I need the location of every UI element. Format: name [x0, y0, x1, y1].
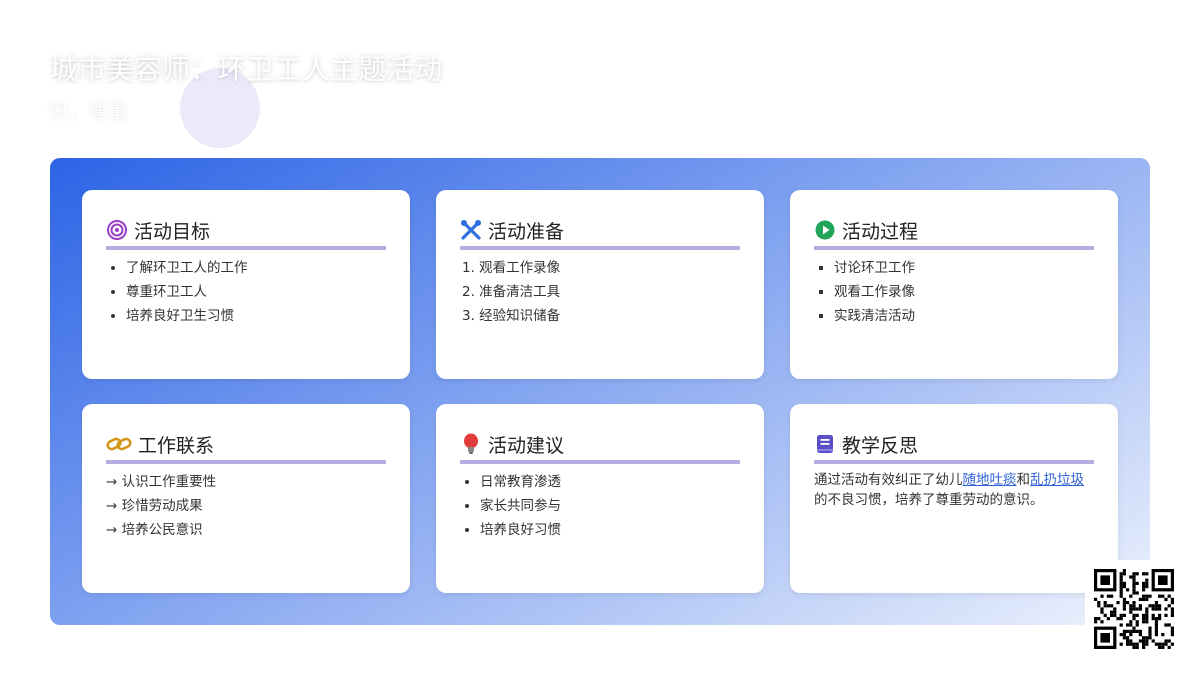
reflection-text-part: 和	[1016, 472, 1031, 488]
list-item: 家长共同参与	[480, 494, 740, 518]
play-icon	[814, 219, 836, 241]
page-subtitle: 识，尊重	[48, 99, 128, 123]
card-header: 工作联系	[106, 428, 386, 464]
card-title: 活动目标	[134, 220, 211, 243]
card-header: 活动过程	[814, 214, 1094, 250]
list-item: 2. 准备清洁工具	[462, 284, 561, 300]
card-title: 教学反思	[842, 434, 919, 457]
list-item: 培养良好习惯	[480, 518, 740, 542]
card-activity-process: 活动过程 讨论环卫工作 观看工作录像 实践清洁活动	[790, 190, 1118, 379]
reflection-text: 通过活动有效纠正了幼儿随地吐痰和乱扔垃圾的不良习惯，培养了尊重劳动的意识。	[814, 470, 1094, 510]
card-title: 活动准备	[488, 220, 565, 243]
card-title: 活动建议	[488, 434, 565, 457]
list-item: 了解环卫工人的工作	[126, 256, 386, 280]
list-item: 3. 经验知识储备	[462, 308, 561, 324]
card-header: 活动目标	[106, 214, 386, 250]
list-item: 1. 观看工作录像	[462, 260, 561, 276]
list-item: 实践清洁活动	[834, 304, 1094, 328]
list-item: 培养良好卫生习惯	[126, 304, 386, 328]
reflection-link-littering[interactable]: 乱扔垃圾	[1030, 472, 1084, 488]
page-title: 城市美容师：环卫工人主题活动	[50, 53, 443, 86]
card-teaching-reflection: 教学反思 通过活动有效纠正了幼儿随地吐痰和乱扔垃圾的不良习惯，培养了尊重劳动的意…	[790, 404, 1118, 593]
lightbulb-icon	[460, 433, 482, 455]
process-list: 讨论环卫工作 观看工作录像 实践清洁活动	[814, 256, 1094, 328]
card-work-links: 工作联系 → 认识工作重要性 → 珍惜劳动成果 → 培养公民意识	[82, 404, 410, 593]
list-item: 尊重环卫工人	[126, 280, 386, 304]
target-icon	[106, 219, 128, 241]
reflection-link-spitting[interactable]: 随地吐痰	[963, 472, 1017, 488]
book-icon	[814, 433, 836, 455]
page: 城市美容师：环卫工人主题活动 识，尊重 活动目标 了解环卫工人的工作 尊重环卫工…	[0, 0, 1200, 675]
prep-list: 1. 观看工作录像 2. 准备清洁工具 3. 经验知识储备	[460, 256, 740, 328]
list-item: 日常教育渗透	[480, 470, 740, 494]
chain-link-icon	[106, 433, 132, 455]
content-panel: 活动目标 了解环卫工人的工作 尊重环卫工人 培养良好卫生习惯 活	[50, 158, 1150, 625]
card-activity-suggestions: 活动建议 日常教育渗透 家长共同参与 培养良好习惯	[436, 404, 764, 593]
list-item: → 培养公民意识	[106, 522, 203, 538]
card-header: 教学反思	[814, 428, 1094, 464]
card-activity-goals: 活动目标 了解环卫工人的工作 尊重环卫工人 培养良好卫生习惯	[82, 190, 410, 379]
card-header: 活动建议	[460, 428, 740, 464]
card-header: 活动准备	[460, 214, 740, 250]
list-item: 观看工作录像	[834, 280, 1094, 304]
reflection-text-part: 通过活动有效纠正了幼儿	[814, 472, 963, 488]
links-list: → 认识工作重要性 → 珍惜劳动成果 → 培养公民意识	[106, 470, 386, 542]
goals-list: 了解环卫工人的工作 尊重环卫工人 培养良好卫生习惯	[106, 256, 386, 328]
list-item: → 认识工作重要性	[106, 474, 217, 490]
tools-icon	[460, 219, 482, 241]
list-item: 讨论环卫工作	[834, 256, 1094, 280]
reflection-text-part: 的不良习惯，培养了尊重劳动的意识。	[814, 492, 1044, 508]
list-item: → 珍惜劳动成果	[106, 498, 203, 514]
suggest-list: 日常教育渗透 家长共同参与 培养良好习惯	[460, 470, 740, 542]
card-activity-prep: 活动准备 1. 观看工作录像 2. 准备清洁工具 3. 经验知识储备	[436, 190, 764, 379]
qr-code	[1085, 560, 1183, 658]
card-title: 活动过程	[842, 220, 919, 243]
card-title: 工作联系	[138, 434, 215, 457]
